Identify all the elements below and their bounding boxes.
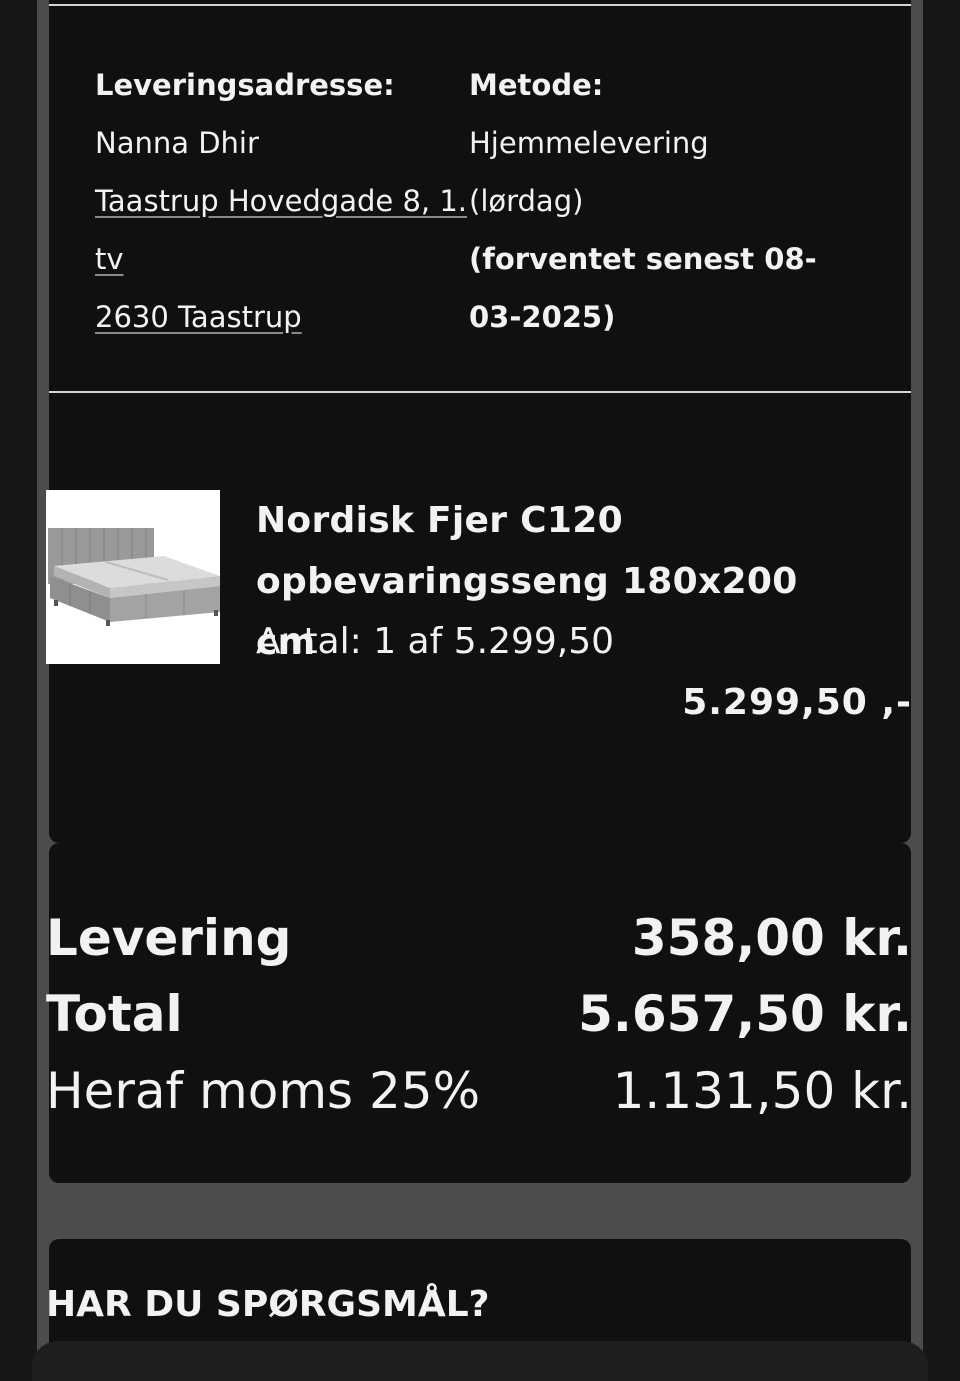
address-street-link[interactable]: Taastrup Hovedgade 8, 1. — [95, 184, 467, 218]
delivery-method-section: Metode: Hjemmelevering (lørdag) (forvent… — [469, 56, 869, 346]
product-name-line-1: Nordisk Fjer C120 — [256, 500, 623, 541]
address-street-link-cont[interactable]: tv — [95, 242, 124, 276]
total-label: Total — [46, 985, 183, 1043]
method-eta-date: 03-2025) — [469, 300, 616, 334]
total-value: 5.657,50 kr. — [578, 985, 912, 1043]
address-city-link[interactable]: 2630 Taastrup — [95, 300, 302, 334]
total-row: Total 5.657,50 kr. — [46, 976, 912, 1052]
divider-top — [49, 4, 911, 6]
method-value: Hjemmelevering — [469, 126, 709, 160]
vat-value: 1.131,50 kr. — [612, 1062, 912, 1120]
product-price: 5.299,50 ,- — [682, 682, 912, 723]
vat-label: Heraf moms 25% — [46, 1062, 481, 1120]
vat-row: Heraf moms 25% 1.131,50 kr. — [46, 1053, 912, 1129]
method-label: Metode: — [469, 68, 604, 102]
faq-title: HAR DU SPØRGSMÅL? — [46, 1284, 490, 1325]
product-quantity: Antal: 1 af 5.299,50 — [256, 621, 615, 662]
bottom-sheet-edge[interactable] — [32, 1341, 928, 1381]
delivery-cost-row: Levering 358,00 kr. — [46, 900, 912, 976]
divider-middle — [49, 391, 911, 393]
address-label: Leveringsadresse: — [95, 68, 395, 102]
delivery-address-section: Leveringsadresse: Nanna Dhir Taastrup Ho… — [95, 56, 467, 346]
bed-product-image — [46, 490, 220, 664]
method-day: (lørdag) — [469, 184, 584, 218]
bed-icon — [48, 528, 220, 626]
delivery-cost-label: Levering — [46, 909, 292, 967]
delivery-cost-value: 358,00 kr. — [631, 909, 912, 967]
address-name: Nanna Dhir — [95, 126, 259, 160]
page: Leveringsadresse: Nanna Dhir Taastrup Ho… — [0, 0, 960, 1381]
method-eta: (forventet senest 08- — [469, 242, 817, 276]
